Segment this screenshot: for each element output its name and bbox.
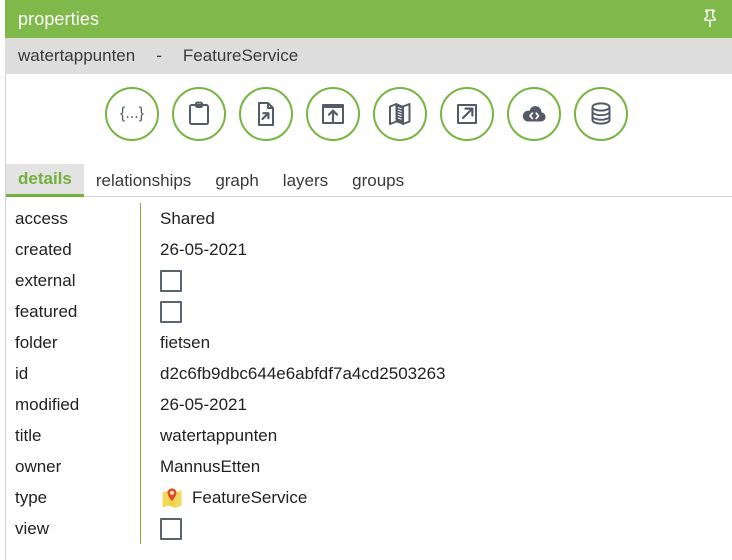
map-pin-icon [160, 486, 184, 510]
window-titlebar: properties [5, 0, 732, 38]
database-icon[interactable] [574, 87, 628, 141]
json-icon[interactable]: {...} [105, 87, 159, 141]
property-key: title [15, 425, 42, 445]
property-key: access [15, 208, 68, 228]
tab-layers[interactable]: layers [271, 166, 340, 196]
open-external-icon[interactable] [440, 87, 494, 141]
table-row: type FeatureService [6, 482, 732, 513]
tab-details[interactable]: details [6, 163, 84, 197]
property-key: view [15, 518, 50, 538]
property-key: owner [15, 456, 62, 476]
featured-checkbox[interactable] [160, 300, 182, 323]
table-row: owner MannusEtten [6, 451, 732, 482]
table-row: created 26-05-2021 [6, 234, 732, 265]
cloud-code-icon[interactable] [507, 87, 561, 141]
subtitle-separator: - [156, 46, 162, 65]
table-row: view [6, 513, 732, 544]
property-key: id [15, 363, 29, 383]
table-row: external [6, 265, 732, 296]
property-key: folder [15, 332, 58, 352]
action-toolbar: {...} [105, 86, 628, 142]
window-title: properties [18, 9, 100, 29]
item-subtitle-bar: watertappunten - FeatureService [5, 38, 732, 74]
properties-panel: properties watertappunten - FeatureServi… [0, 0, 732, 560]
table-row: access Shared [6, 203, 732, 234]
property-value-featured [141, 300, 732, 323]
property-key: external [15, 270, 76, 290]
table-row: modified 26-05-2021 [6, 389, 732, 420]
property-value-type: FeatureService [141, 486, 732, 510]
details-tabbar: details relationships graph layers group… [6, 163, 732, 197]
property-key: featured [15, 301, 78, 321]
view-checkbox[interactable] [160, 517, 182, 540]
tab-graph[interactable]: graph [203, 166, 270, 196]
details-property-table: access Shared created 26-05-2021 externa… [6, 203, 732, 544]
property-key: modified [15, 394, 80, 414]
table-row: title watertappunten [6, 420, 732, 451]
property-value-folder: fietsen [160, 332, 211, 352]
pushpin-icon[interactable] [700, 8, 720, 30]
map-icon[interactable] [373, 87, 427, 141]
property-value-modified: 26-05-2021 [160, 394, 247, 414]
property-value-access: Shared [160, 208, 215, 228]
property-key: type [15, 487, 48, 507]
table-row: folder fietsen [6, 327, 732, 358]
property-value-external [141, 269, 732, 292]
table-row: featured [6, 296, 732, 327]
property-key: created [15, 239, 72, 259]
property-value-title: watertappunten [160, 425, 278, 445]
file-export-icon[interactable] [239, 87, 293, 141]
tab-groups[interactable]: groups [340, 166, 416, 196]
upload-box-icon[interactable] [306, 87, 360, 141]
property-value-owner: MannusEtten [160, 456, 261, 476]
property-value-id: d2c6fb9dbc644e6abfdf7a4cd2503263 [160, 363, 446, 383]
type-value-label: FeatureService [192, 487, 308, 507]
json-icon-label: {...} [119, 105, 145, 122]
clipboard-icon[interactable] [172, 87, 226, 141]
property-value-created: 26-05-2021 [160, 239, 247, 259]
external-checkbox[interactable] [160, 269, 182, 292]
property-value-view [141, 517, 732, 540]
item-type: FeatureService [182, 46, 299, 65]
item-name: watertappunten [18, 46, 136, 65]
table-row: id d2c6fb9dbc644e6abfdf7a4cd2503263 [6, 358, 732, 389]
tab-relationships[interactable]: relationships [84, 166, 203, 196]
